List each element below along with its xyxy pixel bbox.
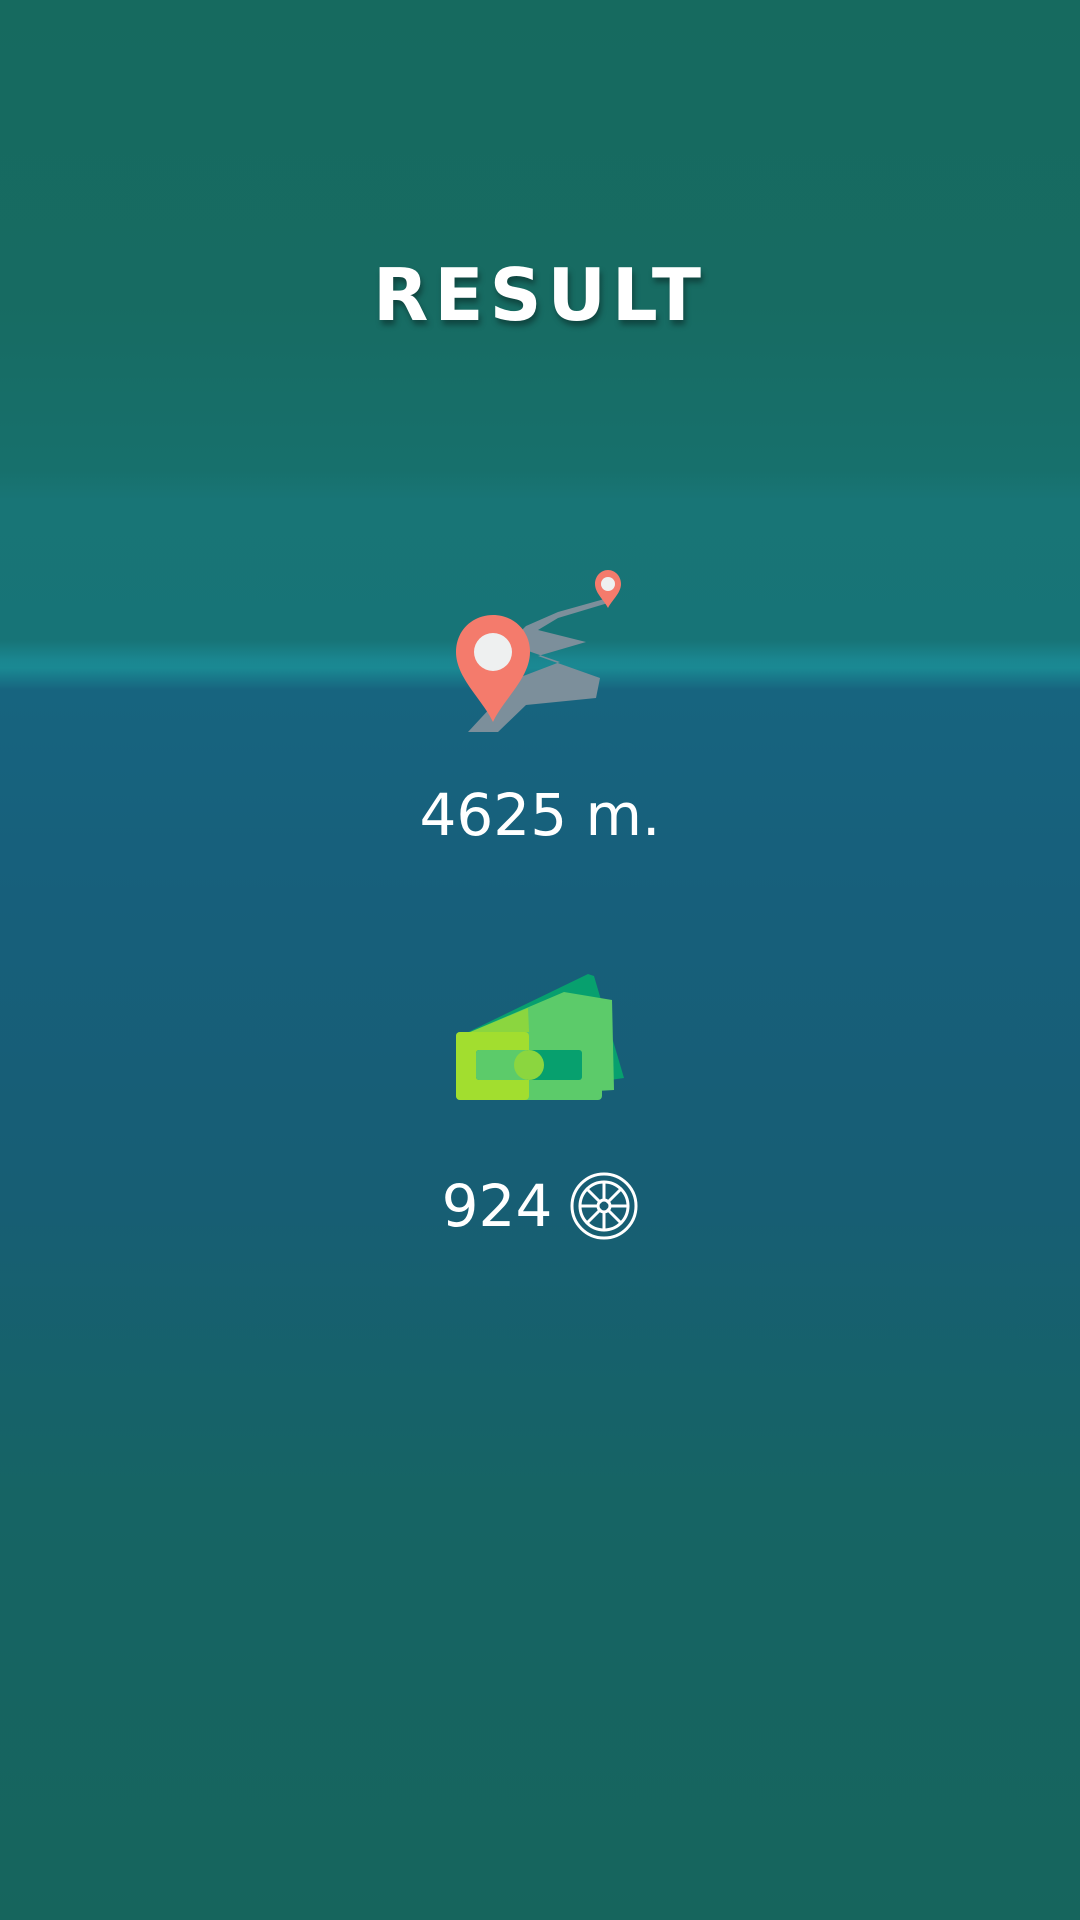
wheel-coin-icon — [570, 1172, 638, 1240]
money-bills-icon — [456, 974, 624, 1100]
result-title: RESULT — [372, 253, 708, 337]
distance-value: 4625 m. — [419, 781, 661, 849]
route-map-pin-icon — [456, 570, 621, 732]
coins-row: 924 — [0, 1170, 1080, 1242]
coins-value: 924 — [441, 1172, 553, 1240]
